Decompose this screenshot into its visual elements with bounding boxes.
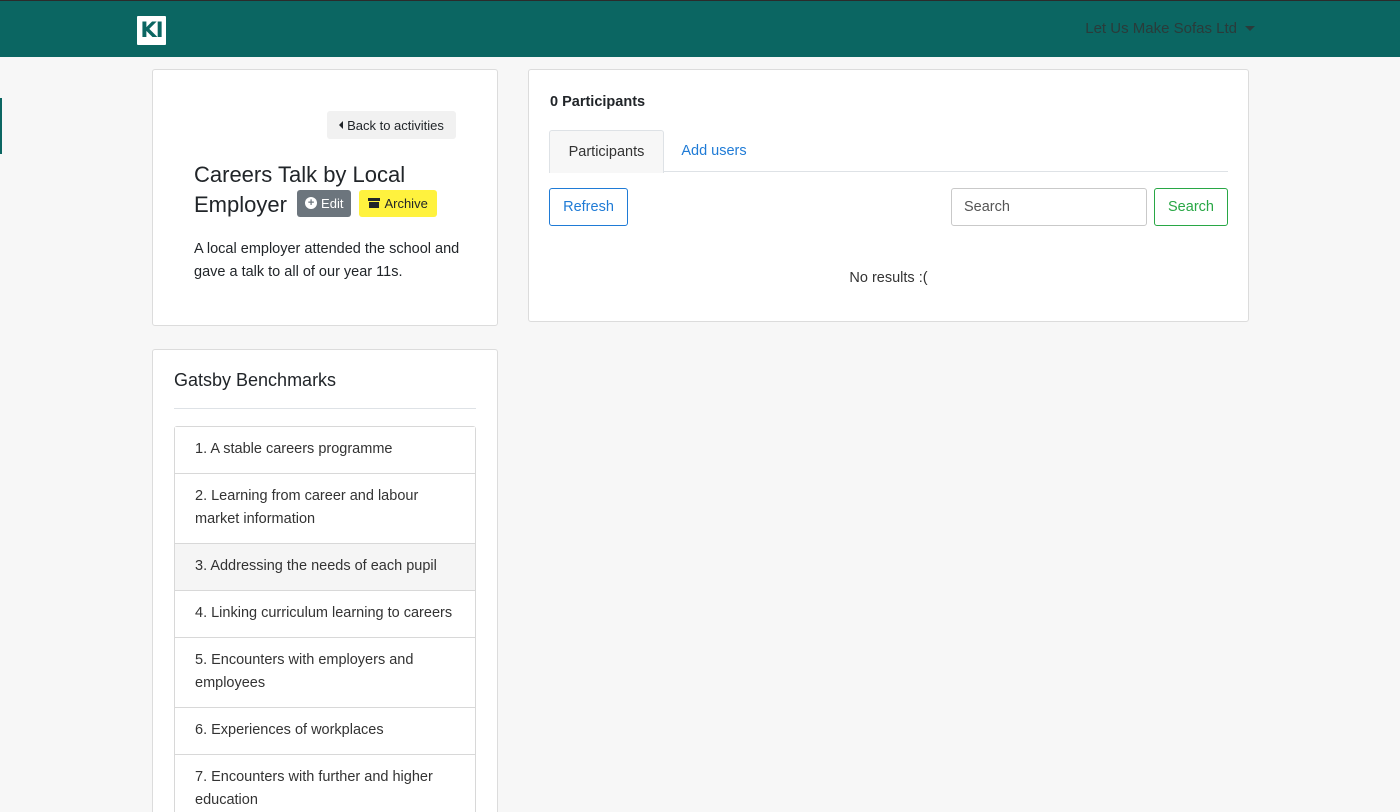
- archive-icon: [368, 198, 381, 209]
- archive-button-label: Archive: [384, 195, 428, 211]
- edit-button[interactable]: + Edit: [297, 189, 352, 217]
- benchmark-item[interactable]: 3. Addressing the needs of each pupil: [175, 544, 475, 591]
- activity-description: A local employer attended the school and…: [194, 241, 460, 280]
- benchmark-item[interactable]: 2. Learning from career and labour marke…: [175, 474, 475, 544]
- gatsby-benchmarks-card: Gatsby Benchmarks 1. A stable careers pr…: [152, 349, 498, 812]
- participants-count: 0 Participants: [550, 94, 646, 110]
- benchmark-item[interactable]: 5. Encounters with employers and employe…: [175, 638, 475, 708]
- organisation-name: Let Us Make Sofas Ltd: [1085, 20, 1237, 37]
- search-input[interactable]: [951, 188, 1147, 226]
- benchmark-item[interactable]: 7. Encounters with further and higher ed…: [175, 755, 475, 812]
- benchmarks-list: 1. A stable careers programme 2. Learnin…: [174, 426, 476, 812]
- gatsby-title: Gatsby Benchmarks: [174, 370, 337, 390]
- back-button-label: Back to activities: [347, 117, 444, 133]
- top-navbar: KI Let Us Make Sofas Ltd: [0, 0, 1400, 57]
- side-edge-accent: [0, 98, 2, 154]
- tab-add-users[interactable]: Add users: [664, 130, 764, 172]
- plus-circle-icon: +: [305, 197, 318, 210]
- edit-button-label: Edit: [321, 195, 344, 211]
- participants-tabs: Participants Add users: [549, 130, 1228, 173]
- activity-title: Careers Talk by Local Employer + Edit Ar…: [194, 160, 474, 220]
- tab-participants[interactable]: Participants: [549, 130, 664, 173]
- archive-button[interactable]: Archive: [359, 189, 437, 217]
- benchmark-item[interactable]: 1. A stable careers programme: [175, 427, 475, 474]
- brand-logo-text: KI: [140, 18, 163, 42]
- caret-down-icon: [1245, 26, 1255, 31]
- benchmark-item[interactable]: 4. Linking curriculum learning to career…: [175, 591, 475, 638]
- participants-card: 0 Participants Participants Add users Re…: [528, 69, 1249, 322]
- benchmark-item[interactable]: 6. Experiences of workplaces: [175, 708, 475, 755]
- back-to-activities-button[interactable]: Back to activities: [327, 111, 456, 139]
- organisation-dropdown[interactable]: Let Us Make Sofas Ltd: [1085, 20, 1255, 37]
- caret-left-icon: [339, 121, 344, 129]
- activity-card: Back to activities Careers Talk by Local…: [152, 69, 498, 326]
- search-button[interactable]: Search: [1154, 188, 1228, 226]
- brand-logo[interactable]: KI: [137, 16, 166, 45]
- refresh-button[interactable]: Refresh: [549, 188, 628, 226]
- divider: [174, 408, 476, 409]
- empty-results-message: No results :(: [849, 270, 928, 286]
